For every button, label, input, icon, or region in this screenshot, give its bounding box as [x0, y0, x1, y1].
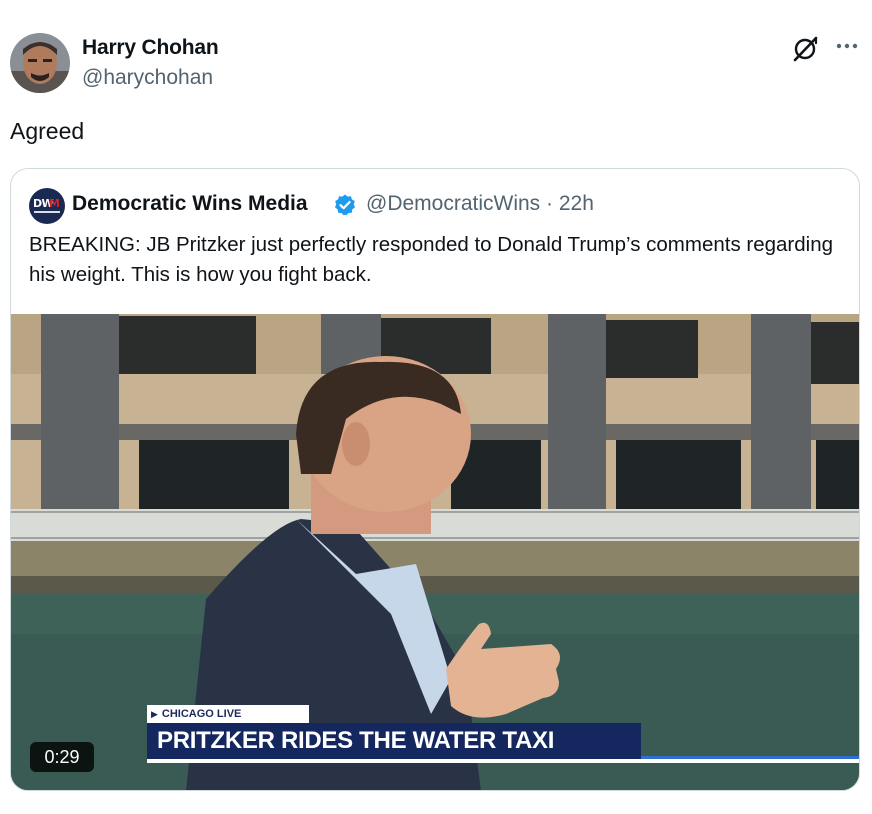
verified-badge-icon — [333, 193, 357, 217]
quoted-handle-time[interactable]: @DemocraticWins · 22h — [366, 192, 594, 216]
play-arrow-icon: ▶ — [151, 709, 158, 719]
lower-third-kicker: ▶ CHICAGO LIVE — [147, 705, 309, 723]
lower-third-accent — [641, 756, 859, 759]
quoted-author-avatar[interactable]: DW M — [29, 188, 65, 224]
grok-icon[interactable] — [790, 34, 820, 64]
post-text: Agreed — [10, 118, 85, 144]
quoted-avatar-text-accent: M — [49, 197, 60, 210]
author-avatar[interactable] — [10, 33, 70, 93]
lower-third-title: PRITZKER RIDES THE WATER TAXI — [147, 723, 641, 759]
quoted-author-name[interactable]: Democratic Wins Media — [72, 192, 308, 216]
video-duration-badge: 0:29 — [30, 742, 94, 772]
video-frame — [11, 314, 859, 790]
more-options-icon[interactable] — [832, 34, 862, 58]
author-name[interactable]: Harry Chohan — [82, 36, 219, 60]
quoted-post[interactable]: DW M Democratic Wins Media @DemocraticWi… — [10, 168, 860, 791]
lower-third-rule — [147, 759, 859, 763]
video-player[interactable]: 0:29 ▶ CHICAGO LIVE PRITZKER RIDES THE WA… — [11, 314, 859, 790]
quoted-post-text: BREAKING: JB Pritzker just perfectly res… — [29, 233, 834, 286]
lower-third-kicker-text: CHICAGO LIVE — [161, 708, 242, 720]
author-handle[interactable]: @harychohan — [82, 66, 213, 90]
avatar-stripe — [34, 211, 60, 213]
